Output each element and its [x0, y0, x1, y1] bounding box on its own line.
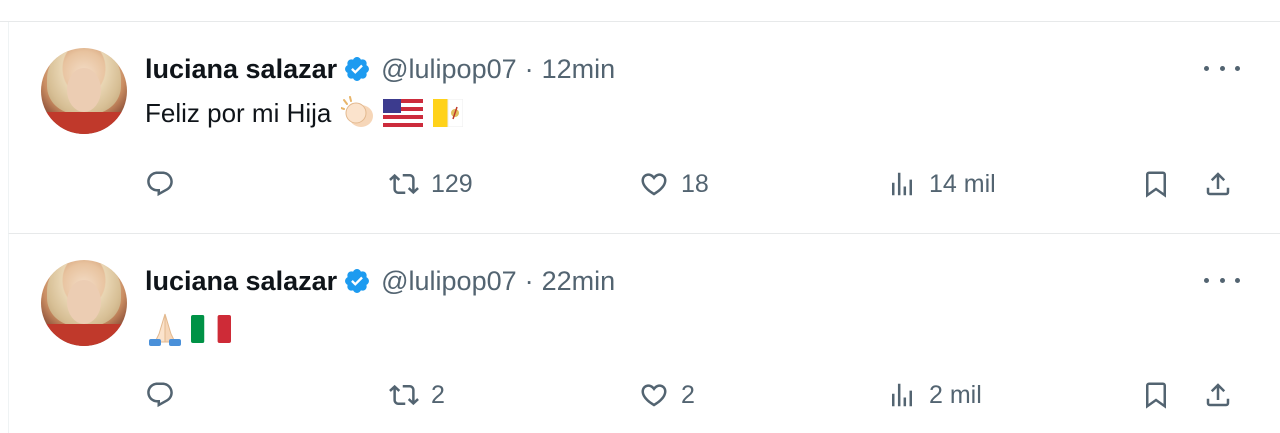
share-button[interactable]	[1203, 164, 1233, 204]
tweet-timestamp[interactable]: 22min	[542, 266, 616, 297]
share-icon	[1206, 172, 1230, 196]
vatican-flag-icon	[433, 99, 464, 127]
retweet-icon	[389, 384, 419, 406]
views-button[interactable]: 2 mil	[887, 375, 982, 415]
tweet-actions: 2 2 2 mil	[145, 375, 1255, 415]
share-button[interactable]	[1203, 375, 1233, 415]
tweet-header: luciana salazar @lulipop07 · 12min	[145, 52, 615, 86]
reply-icon	[147, 382, 173, 408]
avatar[interactable]	[41, 260, 127, 346]
retweet-button[interactable]: 129	[389, 164, 473, 204]
previous-tweet-edge	[0, 0, 1280, 22]
tweet-text: Feliz por mi Hija	[145, 96, 464, 130]
tweet-actions: 129 18 14 mil	[145, 164, 1255, 204]
retweet-count: 129	[431, 169, 473, 198]
separator-dot: ·	[524, 265, 534, 296]
bookmark-icon	[1146, 171, 1166, 198]
reply-button[interactable]	[145, 164, 187, 204]
more-options-icon[interactable]	[1204, 274, 1240, 286]
folded-hands-icon	[149, 313, 181, 346]
more-options-icon[interactable]	[1204, 62, 1240, 74]
tweet-timestamp[interactable]: 12min	[542, 54, 616, 85]
tweet[interactable]: luciana salazar @lulipop07 · 22min 2 2 2…	[8, 234, 1280, 433]
like-button[interactable]: 2	[639, 375, 695, 415]
verified-badge-icon	[345, 57, 370, 81]
views-count: 14 mil	[929, 169, 996, 198]
avatar-face	[67, 280, 101, 324]
tweet-header: luciana salazar @lulipop07 · 22min	[145, 264, 615, 298]
author-handle[interactable]: @lulipop07	[381, 54, 517, 85]
tweet-feed: luciana salazar @lulipop07 · 12min Feliz…	[0, 0, 1280, 433]
tweet[interactable]: luciana salazar @lulipop07 · 12min Feliz…	[8, 22, 1280, 234]
separator-dot: ·	[524, 53, 534, 84]
retweet-icon	[389, 173, 419, 195]
tweet-text	[145, 312, 231, 346]
verified-badge-icon	[345, 269, 370, 293]
reply-icon	[147, 171, 173, 197]
italy-flag-icon	[191, 315, 231, 343]
avatar[interactable]	[41, 48, 127, 134]
bookmark-button[interactable]	[1141, 375, 1171, 415]
clapping-hands-icon	[341, 96, 374, 127]
bookmark-icon	[1146, 382, 1166, 409]
retweet-button[interactable]: 2	[389, 375, 445, 415]
like-count: 2	[681, 380, 695, 409]
views-count: 2 mil	[929, 380, 982, 409]
retweet-count: 2	[431, 380, 445, 409]
like-button[interactable]: 18	[639, 164, 709, 204]
reply-button[interactable]	[145, 375, 187, 415]
author-name[interactable]: luciana salazar	[145, 54, 337, 85]
heart-icon	[641, 173, 667, 196]
avatar-dress	[41, 324, 127, 346]
avatar-face	[67, 68, 101, 112]
author-handle[interactable]: @lulipop07	[381, 266, 517, 297]
share-icon	[1206, 383, 1230, 407]
heart-icon	[641, 384, 667, 407]
us-flag-icon	[383, 99, 424, 127]
like-count: 18	[681, 169, 709, 198]
author-name[interactable]: luciana salazar	[145, 266, 337, 297]
tweet-text-content: Feliz por mi Hija	[145, 97, 332, 128]
views-chart-icon	[892, 172, 912, 196]
views-button[interactable]: 14 mil	[887, 164, 996, 204]
avatar-dress	[41, 112, 127, 134]
views-chart-icon	[892, 383, 912, 407]
bookmark-button[interactable]	[1141, 164, 1171, 204]
